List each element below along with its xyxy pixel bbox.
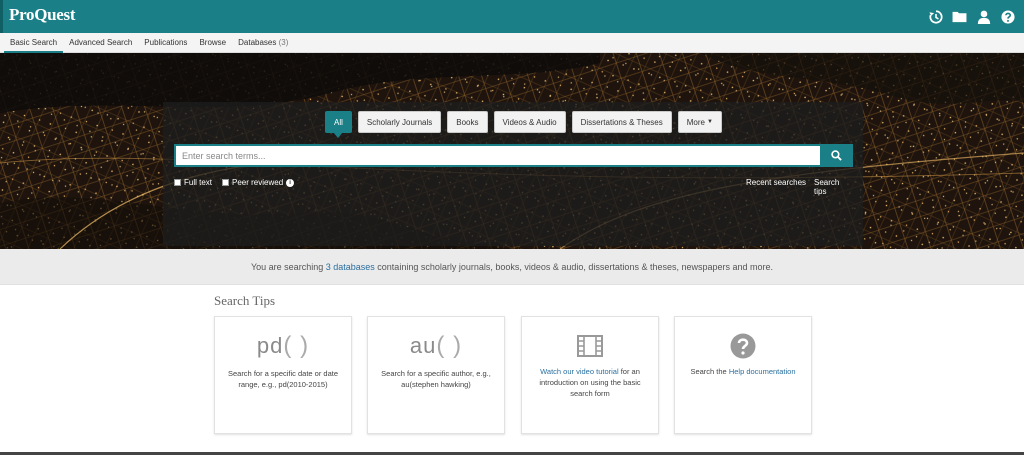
search-tips-link[interactable]: Search tips xyxy=(814,178,853,196)
caret-down-icon: ▼ xyxy=(706,119,713,125)
tab-all[interactable]: All xyxy=(325,111,352,138)
tip-video-description: Watch our video tutorial for an introduc… xyxy=(539,367,641,398)
tip-card-author: au( ) Search for a specific author, e.g.… xyxy=(367,316,505,434)
tip-help-description: Search the Help documentation xyxy=(690,367,796,376)
search-options: Full text Peer reviewed i Recent searche… xyxy=(174,178,853,196)
top-bar: ProQuest xyxy=(0,0,1024,33)
peer-reviewed-checkbox[interactable]: Peer reviewed i xyxy=(222,178,295,187)
tab-books[interactable]: Books xyxy=(447,111,488,133)
hero-banner: All Scholarly Journals Books Videos & Au… xyxy=(0,53,1024,249)
tip-card-help: Search the Help documentation xyxy=(674,316,812,434)
search-icon xyxy=(831,150,842,161)
history-icon[interactable] xyxy=(927,8,944,25)
tab-videos-audio[interactable]: Videos & Audio xyxy=(493,111,566,133)
nav-databases[interactable]: Databases (3) xyxy=(232,33,294,53)
nav-publications[interactable]: Publications xyxy=(138,33,193,53)
search-panel: All Scholarly Journals Books Videos & Au… xyxy=(163,102,863,246)
recent-searches-link[interactable]: Recent searches xyxy=(746,178,806,187)
top-bar-accent xyxy=(0,0,3,33)
tip-author-description: Search for a specific author, e.g., au(s… xyxy=(381,369,491,389)
video-tutorial-link[interactable]: Watch our video tutorial xyxy=(540,367,619,376)
tip-date-description: Search for a specific date or date range… xyxy=(227,369,339,389)
main-nav: Basic Search Advanced Search Publication… xyxy=(0,33,1024,53)
databases-link[interactable]: 3 databases xyxy=(326,262,375,272)
database-info-strip: You are searching 3 databases containing… xyxy=(0,249,1024,285)
nav-browse[interactable]: Browse xyxy=(193,33,232,53)
user-icon[interactable] xyxy=(975,8,992,25)
search-tips-heading: Search Tips xyxy=(214,293,276,308)
databases-count: (3) xyxy=(278,38,289,47)
folder-icon[interactable] xyxy=(951,8,968,25)
nav-advanced-search[interactable]: Advanced Search xyxy=(63,33,138,53)
info-icon[interactable]: i xyxy=(286,178,295,187)
tip-card-video: Watch our video tutorial for an introduc… xyxy=(521,316,659,434)
full-text-checkbox[interactable]: Full text xyxy=(174,178,212,187)
tip-au-syntax: au( ) xyxy=(409,332,463,359)
tip-card-date: pd( ) Search for a specific date or date… xyxy=(214,316,352,434)
nav-basic-search[interactable]: Basic Search xyxy=(4,33,64,53)
tab-more[interactable]: More ▼ xyxy=(677,111,722,133)
tab-dissertations-theses[interactable]: Dissertations & Theses xyxy=(571,111,672,133)
header-icons xyxy=(927,8,1016,25)
proquest-logo[interactable]: ProQuest xyxy=(9,5,76,25)
help-icon[interactable] xyxy=(999,8,1016,25)
search-button[interactable] xyxy=(820,144,853,167)
checkbox[interactable] xyxy=(222,179,229,186)
strip-suffix: containing scholarly journals, books, vi… xyxy=(377,261,774,272)
film-icon xyxy=(522,333,658,359)
content-type-tabs: All Scholarly Journals Books Videos & Au… xyxy=(325,111,722,138)
search-input[interactable] xyxy=(174,144,820,167)
question-circle-icon xyxy=(675,333,811,359)
checkbox[interactable] xyxy=(174,179,181,186)
strip-prefix: You are searching xyxy=(250,261,324,272)
search-bar xyxy=(174,144,853,167)
tab-scholarly-journals[interactable]: Scholarly Journals xyxy=(357,111,442,133)
tip-pd-syntax: pd( ) xyxy=(256,332,310,359)
help-documentation-link[interactable]: Help documentation xyxy=(729,367,796,376)
